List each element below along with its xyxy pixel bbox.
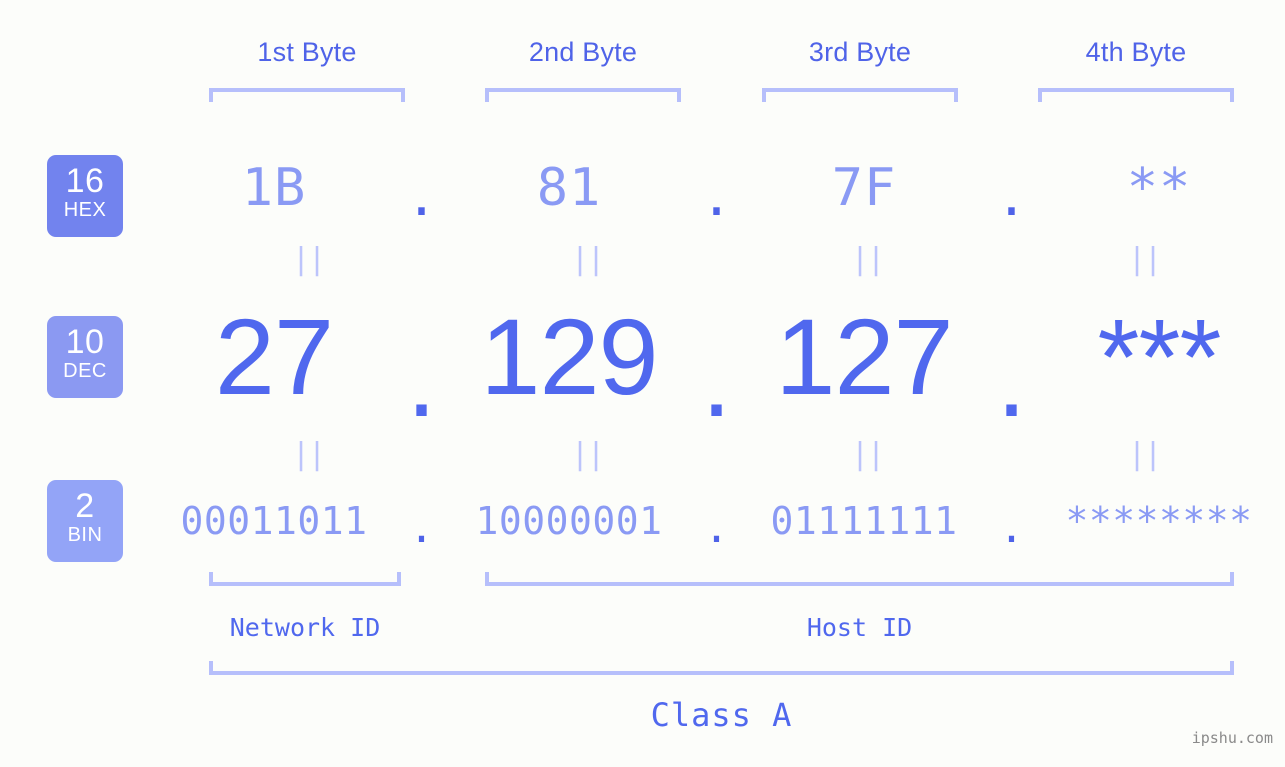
byte-bracket-4: [1038, 88, 1234, 102]
hex-separator-3: .: [995, 168, 1028, 228]
base-badge-hex: 16 HEX: [47, 155, 123, 237]
byte-header-2: 2nd Byte: [528, 37, 638, 67]
class-bracket: [209, 661, 1234, 675]
byte-header-3: 3rd Byte: [808, 37, 912, 67]
network-id-label: Network ID: [229, 613, 381, 642]
dec-byte-1: 27: [214, 295, 334, 417]
equals-mark-dec-bin-3: ||: [851, 437, 885, 472]
base-badge-dec-number: 10: [65, 323, 105, 361]
equals-mark-hex-dec-3: ||: [851, 242, 885, 277]
byte-header-4: 4th Byte: [1085, 37, 1187, 67]
network-id-bracket: [209, 572, 401, 586]
hex-byte-1: 1B: [241, 158, 307, 218]
bin-byte-4: ********: [1065, 499, 1253, 543]
watermark: ipshu.com: [1191, 729, 1273, 747]
equals-mark-hex-dec-2: ||: [571, 242, 605, 277]
bin-byte-2: 10000001: [475, 499, 663, 543]
host-id-bracket: [485, 572, 1234, 586]
host-id-label: Host ID: [806, 613, 913, 642]
equals-mark-hex-dec-1: ||: [292, 242, 326, 277]
bin-separator-3: .: [998, 502, 1025, 552]
base-badge-dec: 10 DEC: [47, 316, 123, 398]
hex-value-row: 1B . 81 . 7F . **: [150, 150, 1285, 228]
equals-mark-dec-bin-2: ||: [571, 437, 605, 472]
bin-byte-3: 01111111: [770, 499, 958, 543]
byte-header-1: 1st Byte: [257, 37, 357, 67]
equals-mark-dec-bin-1: ||: [292, 437, 326, 472]
bin-byte-1: 00011011: [180, 499, 368, 543]
hex-separator-2: .: [700, 168, 733, 228]
byte-bracket-2: [485, 88, 681, 102]
byte-bracket-3: [762, 88, 958, 102]
bin-separator-1: .: [408, 502, 435, 552]
dec-separator-1: .: [406, 317, 437, 439]
dec-separator-3: .: [996, 317, 1027, 439]
class-label: Class A: [650, 696, 793, 734]
hex-byte-4: **: [1126, 158, 1192, 218]
hex-byte-3: 7F: [831, 158, 897, 218]
dec-separator-2: .: [701, 317, 732, 439]
dec-byte-2: 129: [480, 295, 658, 417]
dec-value-row: 27 . 129 . 127 . ***: [150, 295, 1285, 439]
equals-mark-hex-dec-4: ||: [1128, 242, 1162, 277]
hex-byte-2: 81: [536, 158, 602, 218]
base-badge-bin-abbr: BIN: [67, 524, 103, 546]
hex-separator-1: .: [405, 168, 438, 228]
base-badge-hex-abbr: HEX: [63, 199, 107, 221]
bin-value-row: 00011011 . 10000001 . 01111111 . *******…: [150, 492, 1285, 552]
base-badge-hex-number: 16: [65, 162, 105, 200]
dec-byte-3: 127: [775, 295, 953, 417]
dec-byte-4: ***: [1097, 295, 1221, 417]
base-badge-bin: 2 BIN: [47, 480, 123, 562]
byte-bracket-1: [209, 88, 405, 102]
ip-breakdown-diagram: 1st Byte 2nd Byte 3rd Byte 4th Byte 16 H…: [0, 0, 1285, 767]
base-badge-bin-number: 2: [75, 487, 95, 525]
equals-mark-dec-bin-4: ||: [1128, 437, 1162, 472]
bin-separator-2: .: [703, 502, 730, 552]
base-badge-dec-abbr: DEC: [63, 360, 107, 382]
